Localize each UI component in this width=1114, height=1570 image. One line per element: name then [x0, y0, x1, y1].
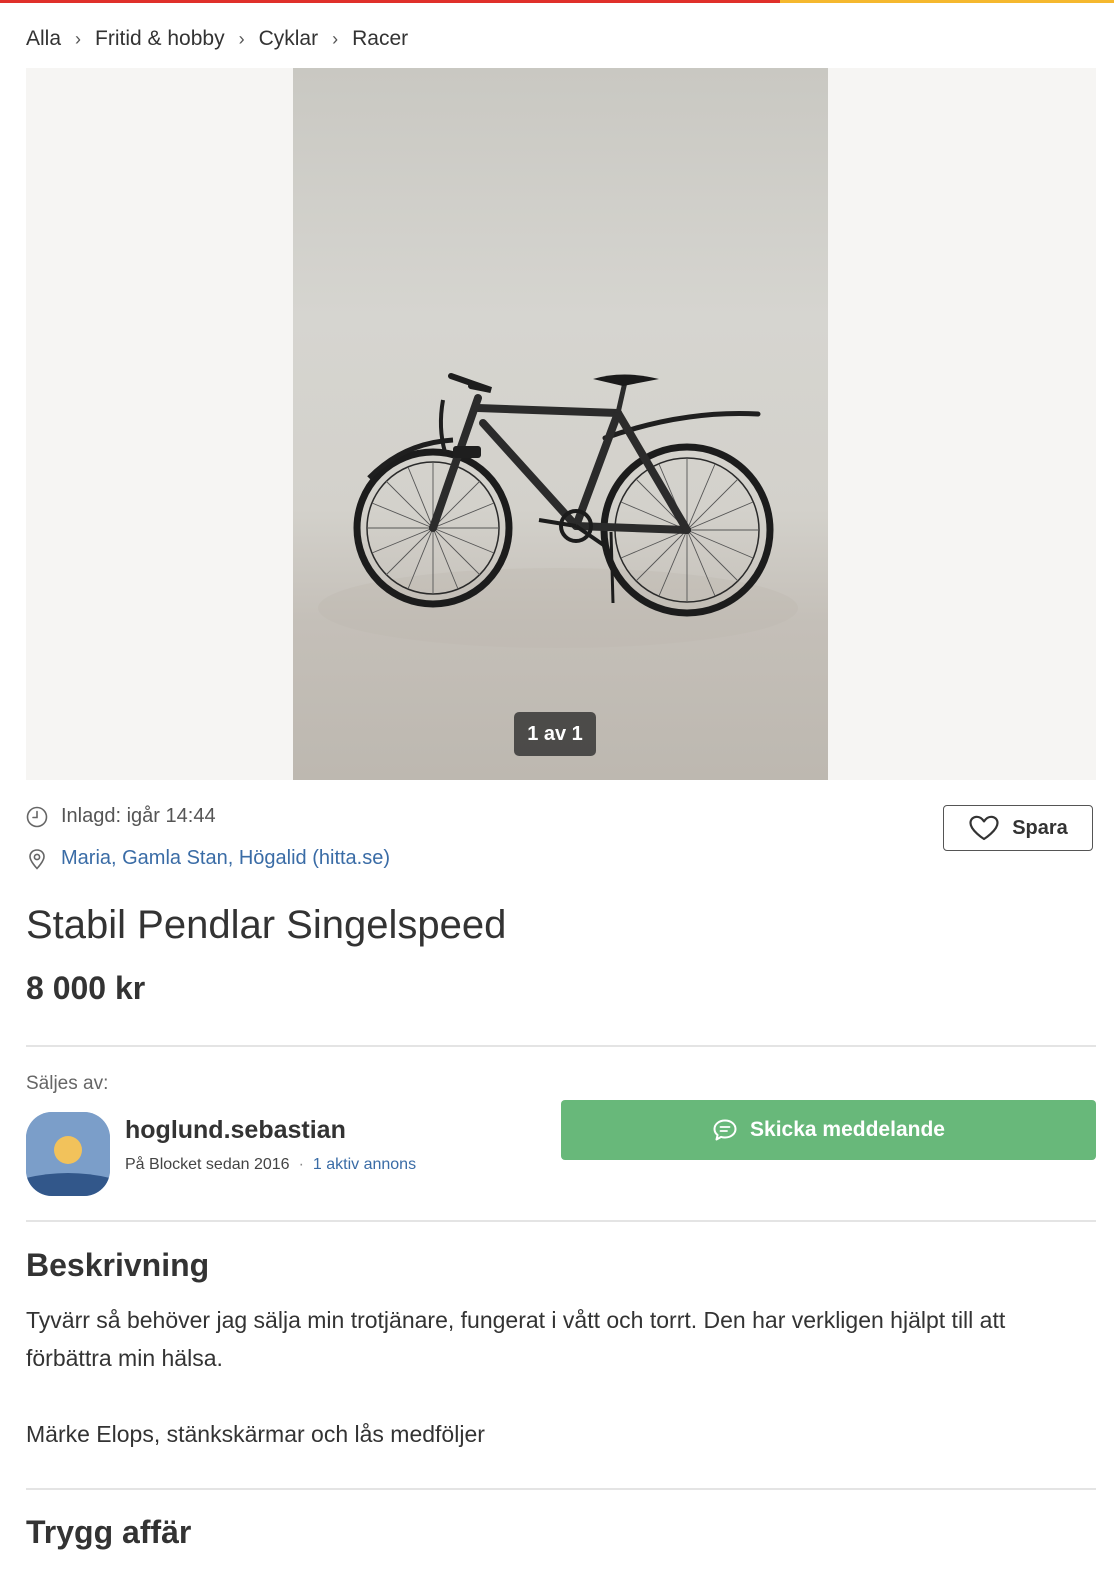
breadcrumb: Alla › Fritid & hobby › Cyklar › Racer: [26, 27, 408, 51]
breadcrumb-separator: ›: [238, 28, 245, 49]
save-button[interactable]: Spara: [943, 805, 1093, 851]
location-row[interactable]: Maria, Gamla Stan, Högalid (hitta.se): [26, 847, 390, 870]
heart-icon: [968, 815, 1000, 841]
listing-photo[interactable]: [293, 68, 828, 780]
brand-bar-red: [0, 0, 780, 3]
safe-trade-heading: Trygg affär: [26, 1514, 192, 1550]
send-message-label: Skicka meddelande: [750, 1118, 945, 1141]
clock-icon: [26, 806, 48, 828]
save-label: Spara: [1012, 816, 1068, 839]
seller-since: På Blocket sedan 2016: [125, 1156, 290, 1173]
posted-row: Inlagd: igår 14:44: [26, 805, 216, 828]
description-paragraph-1: Tyvärr så behöver jag sälja min trotjäna…: [26, 1307, 1006, 1371]
listing-title: Stabil Pendlar Singelspeed: [26, 903, 507, 947]
image-counter: 1 av 1: [514, 712, 596, 756]
breadcrumb-item-cyklar[interactable]: Cyklar: [259, 27, 319, 51]
seller-meta-separator: ·: [298, 1156, 304, 1173]
location-link[interactable]: Maria, Gamla Stan, Högalid (hitta.se): [61, 847, 390, 870]
seller-meta: På Blocket sedan 2016 · 1 aktiv annons: [125, 1156, 416, 1174]
breadcrumb-item-alla[interactable]: Alla: [26, 27, 61, 51]
breadcrumb-item-racer[interactable]: Racer: [352, 27, 408, 51]
breadcrumb-item-fritid-hobby[interactable]: Fritid & hobby: [95, 27, 225, 51]
divider: [26, 1488, 1096, 1490]
description-heading: Beskrivning: [26, 1247, 210, 1283]
send-message-button[interactable]: Skicka meddelande: [561, 1100, 1096, 1160]
bicycle-illustration: [318, 373, 798, 648]
active-ads-link[interactable]: 1 aktiv annons: [313, 1156, 416, 1174]
divider: [26, 1045, 1096, 1047]
brand-progress-bar: [0, 0, 1114, 3]
brand-bar-yellow: [780, 0, 1114, 3]
listing-price: 8 000 kr: [26, 970, 146, 1006]
seller-label: Säljes av:: [26, 1073, 109, 1094]
image-gallery[interactable]: 1 av 1: [26, 68, 1096, 780]
seller-name[interactable]: hoglund.sebastian: [125, 1116, 346, 1145]
avatar[interactable]: [26, 1112, 110, 1196]
description-paragraph-2: Märke Elops, stänkskärmar och lås medföl…: [26, 1421, 485, 1447]
breadcrumb-separator: ›: [75, 28, 82, 49]
location-pin-icon: [26, 848, 48, 870]
chat-bubble-icon: [712, 1118, 738, 1142]
breadcrumb-separator: ›: [332, 28, 339, 49]
posted-text: Inlagd: igår 14:44: [61, 805, 216, 827]
divider: [26, 1220, 1096, 1222]
